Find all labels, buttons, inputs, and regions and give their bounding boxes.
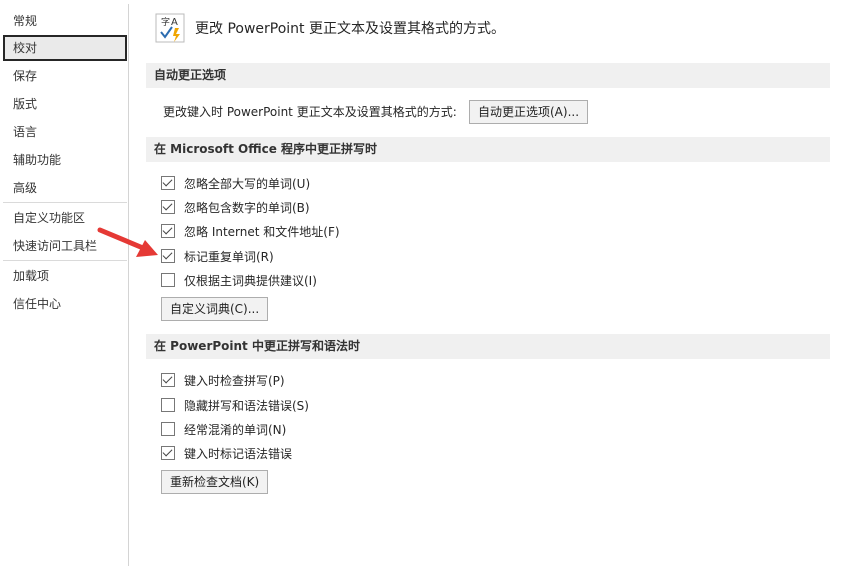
sidebar-item-trust-center[interactable]: 信任中心 xyxy=(3,291,127,317)
option-label: 键入时检查拼写(P) xyxy=(184,373,285,388)
autocorrect-description: 更改键入时 PowerPoint 更正文本及设置其格式的方式: xyxy=(163,105,457,119)
checkbox[interactable] xyxy=(161,200,175,214)
svg-text:字: 字 xyxy=(161,16,170,28)
option-label: 忽略全部大写的单词(U) xyxy=(184,176,311,191)
sidebar-item-proofing[interactable]: 校对 xyxy=(3,35,127,61)
option-frequently-confused-words[interactable]: 经常混淆的单词(N) xyxy=(161,418,286,440)
checkbox[interactable] xyxy=(161,398,175,412)
sidebar-divider xyxy=(3,202,127,203)
sidebar-item-save[interactable]: 保存 xyxy=(3,63,127,89)
sidebar-item-add-ins[interactable]: 加载项 xyxy=(3,263,127,289)
option-ignore-numbers[interactable]: 忽略包含数字的单词(B) xyxy=(161,196,310,218)
sidebar-item-advanced[interactable]: 高级 xyxy=(3,175,127,201)
option-hide-errors[interactable]: 隐藏拼写和语法错误(S) xyxy=(161,394,309,416)
options-sidebar: 常规 校对 保存 版式 语言 辅助功能 高级 自定义功能区 快速访问工具栏 加载… xyxy=(3,4,129,566)
checkbox[interactable] xyxy=(161,446,175,460)
checkbox[interactable] xyxy=(161,273,175,287)
option-label: 经常混淆的单词(N) xyxy=(184,422,287,437)
option-label: 键入时标记语法错误 xyxy=(184,446,293,461)
checkbox[interactable] xyxy=(161,373,175,387)
sidebar-item-language[interactable]: 语言 xyxy=(3,119,127,145)
abc-autocorrect-icon: 字 A xyxy=(155,13,185,43)
option-main-dictionary-only[interactable]: 仅根据主词典提供建议(I) xyxy=(161,269,317,291)
option-mark-grammar-errors[interactable]: 键入时标记语法错误 xyxy=(161,442,292,464)
option-label: 忽略 Internet 和文件地址(F) xyxy=(184,224,340,239)
sidebar-item-general[interactable]: 常规 xyxy=(3,8,127,34)
section-ppt-spelling: 在 PowerPoint 中更正拼写和语法时 xyxy=(146,334,830,359)
section-office-spelling: 在 Microsoft Office 程序中更正拼写时 xyxy=(146,137,830,162)
sidebar-item-customize-ribbon[interactable]: 自定义功能区 xyxy=(3,205,127,231)
checkbox[interactable] xyxy=(161,422,175,436)
section-autocorrect: 自动更正选项 xyxy=(146,63,830,88)
sidebar-item-layout[interactable]: 版式 xyxy=(3,91,127,117)
option-flag-repeated-words[interactable]: 标记重复单词(R) xyxy=(161,245,274,267)
panel-header: 字 A 更改 PowerPoint 更正文本及设置其格式的方式。 xyxy=(155,12,505,44)
custom-dictionaries-button[interactable]: 自定义词典(C)... xyxy=(161,297,269,321)
option-label: 隐藏拼写和语法错误(S) xyxy=(184,398,309,413)
option-ignore-uppercase[interactable]: 忽略全部大写的单词(U) xyxy=(161,172,310,194)
option-label: 忽略包含数字的单词(B) xyxy=(184,200,310,215)
option-label: 仅根据主词典提供建议(I) xyxy=(184,273,317,288)
autocorrect-options-button[interactable]: 自动更正选项(A)... xyxy=(469,100,589,124)
option-ignore-internet-addresses[interactable]: 忽略 Internet 和文件地址(F) xyxy=(161,220,340,242)
proofing-panel: 字 A 更改 PowerPoint 更正文本及设置其格式的方式。 自动更正选项 … xyxy=(133,0,846,566)
sidebar-item-accessibility[interactable]: 辅助功能 xyxy=(3,147,127,173)
checkbox[interactable] xyxy=(161,249,175,263)
recheck-document-button[interactable]: 重新检查文档(K) xyxy=(161,470,269,494)
svg-text:A: A xyxy=(171,17,178,28)
sidebar-item-quick-access-toolbar[interactable]: 快速访问工具栏 xyxy=(3,233,127,259)
checkbox[interactable] xyxy=(161,224,175,238)
checkbox[interactable] xyxy=(161,176,175,190)
panel-title: 更改 PowerPoint 更正文本及设置其格式的方式。 xyxy=(195,21,505,37)
sidebar-divider xyxy=(3,260,127,261)
option-check-spelling-as-you-type[interactable]: 键入时检查拼写(P) xyxy=(161,369,285,391)
option-label: 标记重复单词(R) xyxy=(184,249,274,264)
